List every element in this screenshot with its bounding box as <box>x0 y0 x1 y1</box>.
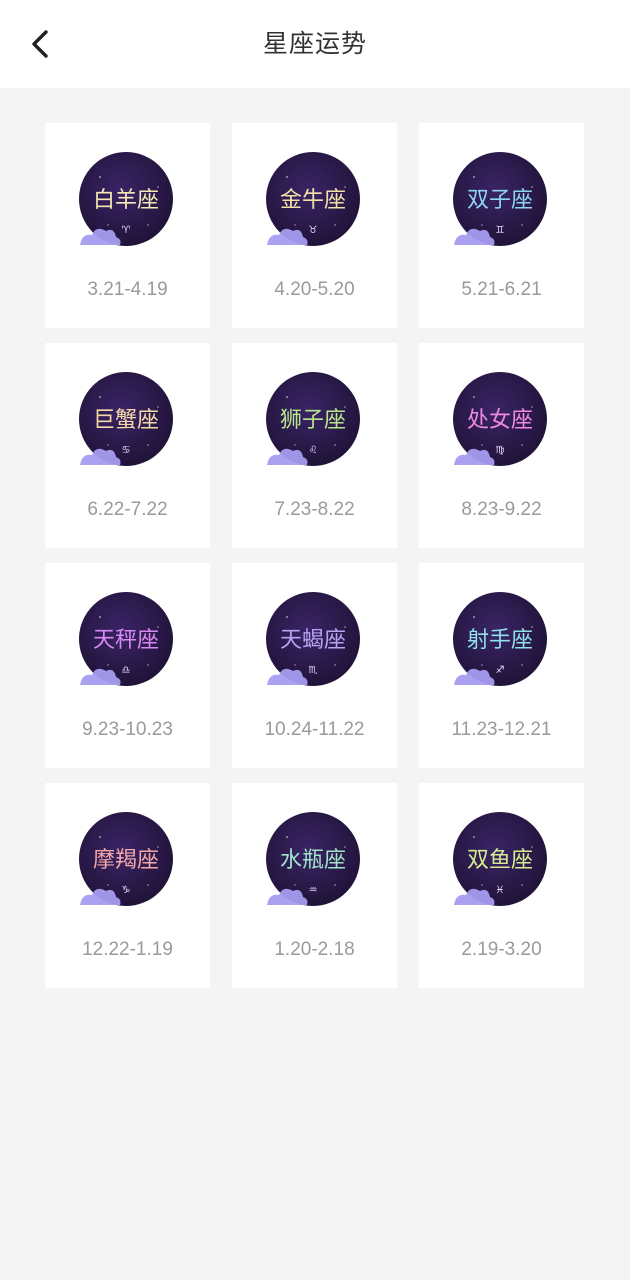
zodiac-emblem-icon: 处女座 ♍ <box>452 367 552 467</box>
zodiac-emblem-icon: 水瓶座 ♒ <box>265 807 365 907</box>
zodiac-date: 2.19-3.20 <box>461 939 542 960</box>
zodiac-date: 12.22-1.19 <box>82 939 173 960</box>
zodiac-emblem-icon: 天蝎座 ♏ <box>265 587 365 687</box>
zodiac-date: 9.23-10.23 <box>82 719 173 740</box>
zodiac-name-logo: 处女座 <box>467 408 533 433</box>
zodiac-emblem-icon: 双子座 ♊ <box>452 147 552 247</box>
zodiac-symbol: ♏ <box>309 665 318 676</box>
zodiac-name-logo: 天蝎座 <box>280 628 346 653</box>
zodiac-card[interactable]: 射手座 ♐ 11.23-12.21 <box>419 563 584 768</box>
top-bar: 星座运势 <box>0 0 630 88</box>
zodiac-symbol: ♊ <box>496 225 505 236</box>
zodiac-symbol: ♒ <box>309 885 318 896</box>
zodiac-card[interactable]: 巨蟹座 ♋ 6.22-7.22 <box>45 343 210 548</box>
zodiac-emblem-icon: 金牛座 ♉ <box>265 147 365 247</box>
zodiac-emblem-icon: 双鱼座 ♓ <box>452 807 552 907</box>
zodiac-name-logo: 射手座 <box>467 628 533 653</box>
zodiac-symbol: ♋ <box>122 445 131 456</box>
zodiac-date: 10.24-11.22 <box>264 719 365 740</box>
zodiac-date: 3.21-4.19 <box>87 279 168 300</box>
zodiac-name-logo: 水瓶座 <box>280 848 346 873</box>
zodiac-emblem-icon: 狮子座 ♌ <box>265 367 365 467</box>
zodiac-symbol: ♐ <box>496 665 505 676</box>
zodiac-card[interactable]: 水瓶座 ♒ 1.20-2.18 <box>232 783 397 988</box>
zodiac-grid: 白羊座 ♈ 3.21-4.19 金牛座 ♉ 4.20-5.20 双子座 ♊ 5.21-… <box>45 123 584 988</box>
zodiac-card[interactable]: 双鱼座 ♓ 2.19-3.20 <box>419 783 584 988</box>
zodiac-card[interactable]: 白羊座 ♈ 3.21-4.19 <box>45 123 210 328</box>
zodiac-name-logo: 巨蟹座 <box>93 408 159 433</box>
zodiac-name-logo: 金牛座 <box>280 188 346 213</box>
zodiac-card[interactable]: 摩羯座 ♑ 12.22-1.19 <box>45 783 210 988</box>
page-title: 星座运势 <box>262 29 367 58</box>
zodiac-card[interactable]: 金牛座 ♉ 4.20-5.20 <box>232 123 397 328</box>
zodiac-date: 6.22-7.22 <box>87 499 168 520</box>
zodiac-date: 5.21-6.21 <box>461 279 542 300</box>
zodiac-symbol: ♎ <box>122 665 131 676</box>
zodiac-emblem-icon: 射手座 ♐ <box>452 587 552 687</box>
zodiac-name-logo: 天秤座 <box>93 628 159 653</box>
zodiac-emblem-icon: 白羊座 ♈ <box>78 147 178 247</box>
zodiac-symbol: ♑ <box>122 885 131 896</box>
zodiac-symbol: ♉ <box>309 225 318 236</box>
zodiac-card[interactable]: 天秤座 ♎ 9.23-10.23 <box>45 563 210 768</box>
zodiac-date: 11.23-12.21 <box>451 719 552 740</box>
zodiac-symbol: ♌ <box>309 445 318 456</box>
zodiac-name-logo: 摩羯座 <box>93 848 159 873</box>
zodiac-emblem-icon: 巨蟹座 ♋ <box>78 367 178 467</box>
zodiac-name-logo: 双子座 <box>467 188 533 213</box>
zodiac-card[interactable]: 处女座 ♍ 8.23-9.22 <box>419 343 584 548</box>
zodiac-emblem-icon: 天秤座 ♎ <box>78 587 178 687</box>
zodiac-card[interactable]: 狮子座 ♌ 7.23-8.22 <box>232 343 397 548</box>
zodiac-date: 7.23-8.22 <box>274 499 355 520</box>
zodiac-symbol: ♍ <box>496 445 505 456</box>
zodiac-card[interactable]: 双子座 ♊ 5.21-6.21 <box>419 123 584 328</box>
zodiac-symbol: ♓ <box>496 885 505 896</box>
zodiac-name-logo: 狮子座 <box>280 408 346 433</box>
zodiac-emblem-icon: 摩羯座 ♑ <box>78 807 178 907</box>
zodiac-date: 1.20-2.18 <box>274 939 355 960</box>
zodiac-date: 4.20-5.20 <box>274 279 355 300</box>
zodiac-card[interactable]: 天蝎座 ♏ 10.24-11.22 <box>232 563 397 768</box>
zodiac-name-logo: 双鱼座 <box>467 848 533 873</box>
zodiac-name-logo: 白羊座 <box>93 188 159 213</box>
zodiac-symbol: ♈ <box>122 225 131 236</box>
zodiac-date: 8.23-9.22 <box>461 499 542 520</box>
